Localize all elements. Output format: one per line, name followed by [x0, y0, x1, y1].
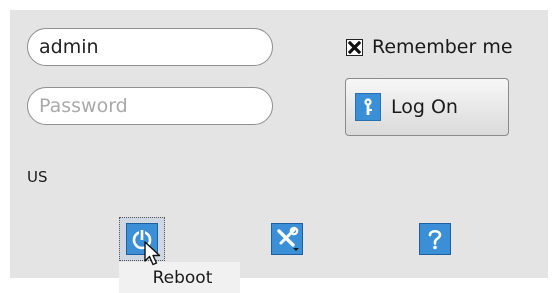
username-field[interactable]: [27, 28, 273, 66]
checkbox-checked-icon[interactable]: [346, 38, 363, 56]
reboot-button[interactable]: [119, 217, 165, 261]
power-icon: [126, 223, 158, 255]
password-field[interactable]: [27, 87, 273, 125]
key-icon: [355, 93, 381, 121]
log-on-label: Log On: [391, 96, 458, 118]
tools-button[interactable]: [264, 217, 310, 261]
help-button[interactable]: [412, 217, 458, 261]
log-on-button[interactable]: Log On: [345, 78, 509, 136]
remember-me-label: Remember me: [372, 36, 513, 58]
tools-icon: [271, 223, 303, 255]
help-icon: [419, 223, 451, 255]
reboot-tooltip: Reboot: [119, 262, 240, 293]
remember-me-checkbox[interactable]: Remember me: [346, 36, 513, 58]
domain-label: US: [27, 168, 48, 186]
